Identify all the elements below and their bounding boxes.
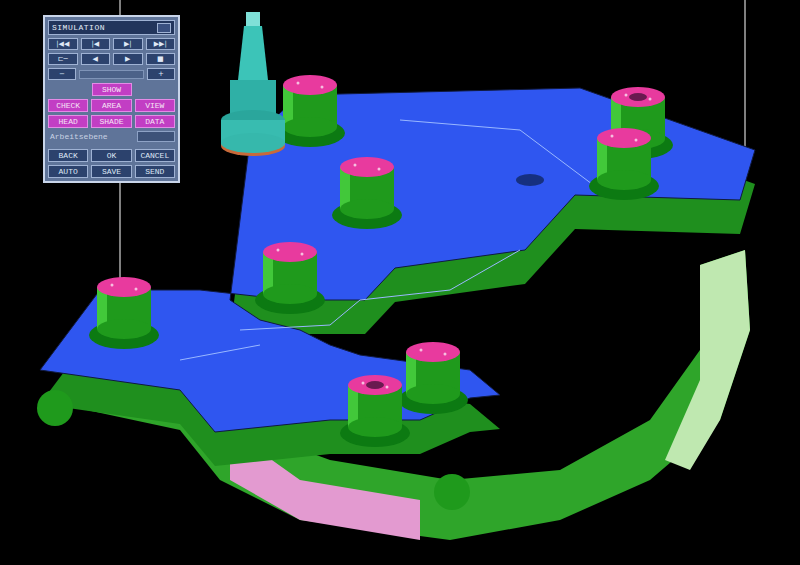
title-bar: SIMULATION [48, 20, 175, 35]
action-buttons: BACKOK CANCEL AUTOSAVE SEND [48, 149, 175, 178]
transport-button[interactable]: ▶| [113, 38, 143, 50]
top-plate [40, 88, 755, 432]
speed-control: −+ [48, 68, 175, 80]
transport-button[interactable]: |◀◀ [48, 38, 78, 50]
show-row: SHOW [48, 83, 175, 96]
cam-simulation-screen: SIMULATION|◀◀|◀▶|▶▶|⊏─◀▶■−+SHOWCHECKAREA… [0, 0, 800, 565]
field-label: Arbeitsebene [48, 131, 134, 142]
mode-buttons: CHECKAREA VIEW HEADSHADE DATA [48, 99, 175, 128]
fixture-cylinder [275, 75, 345, 147]
toolpath [180, 120, 600, 360]
pin-boss [37, 390, 73, 426]
mode-button[interactable]: SHADE [91, 115, 131, 128]
action-button[interactable]: OK [91, 149, 131, 162]
show-button[interactable]: SHOW [92, 83, 132, 96]
spindle-tool [221, 12, 285, 156]
speed-plus-button[interactable]: + [147, 68, 175, 80]
transport-button[interactable]: ⊏─ [48, 53, 78, 65]
action-button[interactable]: CANCEL [135, 149, 175, 162]
action-button[interactable]: SAVE [91, 165, 131, 178]
working-plane-field: Arbeitsebene [48, 131, 175, 142]
close-button[interactable] [157, 23, 171, 33]
transport-button[interactable]: ▶ [113, 53, 143, 65]
fixture-cylinder [255, 242, 325, 314]
mode-button[interactable]: DATA [135, 115, 175, 128]
speed-minus-button[interactable]: − [48, 68, 76, 80]
fixture-cylinder [89, 277, 159, 349]
action-button[interactable]: SEND [135, 165, 175, 178]
fixture-cylinder [340, 375, 410, 447]
action-button[interactable]: BACK [48, 149, 88, 162]
mode-button[interactable]: HEAD [48, 115, 88, 128]
transport-button[interactable]: |◀ [81, 38, 111, 50]
speed-slider[interactable] [79, 70, 144, 79]
field-input[interactable] [137, 131, 175, 142]
fixture-cylinder [589, 128, 659, 200]
ring-edge [665, 250, 750, 470]
mode-button[interactable]: AREA [91, 99, 131, 112]
panel-title: SIMULATION [52, 23, 154, 32]
transport-controls: |◀◀|◀▶|▶▶| ⊏─◀▶■ [48, 38, 175, 65]
fixture-cylinder [398, 342, 468, 414]
simulation-panel: SIMULATION|◀◀|◀▶|▶▶|⊏─◀▶■−+SHOWCHECKAREA… [43, 15, 180, 183]
transport-button[interactable]: ■ [146, 53, 176, 65]
mode-button[interactable]: CHECK [48, 99, 88, 112]
action-button[interactable]: AUTO [48, 165, 88, 178]
pin-boss [434, 474, 470, 510]
transport-button[interactable]: ▶▶| [146, 38, 176, 50]
fixture-cylinder [332, 157, 402, 229]
mode-button[interactable]: VIEW [135, 99, 175, 112]
plate-hole [516, 174, 544, 186]
transport-button[interactable]: ◀ [81, 53, 111, 65]
